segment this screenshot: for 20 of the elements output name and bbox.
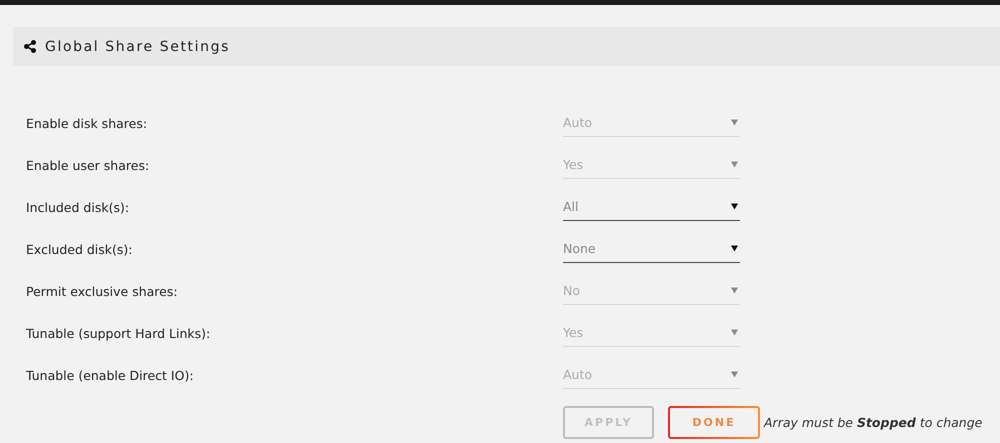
dropdown-arrow-icon: [731, 245, 738, 252]
dropdown-arrow-icon: [731, 203, 738, 210]
dropdown-arrow-icon: [731, 161, 738, 168]
dropdown-arrow-icon: [731, 287, 738, 294]
setting-label: Enable user shares:: [25, 158, 150, 172]
select-field[interactable]: None: [563, 236, 740, 262]
dropdown-arrow-icon: [731, 119, 738, 126]
done-button[interactable]: DONE: [668, 406, 760, 439]
setting-label: Permit exclusive shares:: [25, 284, 179, 298]
share-icon: [24, 40, 36, 53]
setting-label: Tunable (support Hard Links):: [25, 326, 212, 340]
setting-label: Excluded disk(s):: [25, 242, 134, 256]
dropdown-arrow-icon: [731, 329, 738, 336]
status-note: Array must be Stopped to change: [764, 415, 982, 430]
section-title: Global Share Settings: [45, 38, 230, 54]
setting-label: Enable disk shares:: [25, 116, 148, 130]
setting-label: Included disk(s):: [25, 200, 130, 214]
dropdown-arrow-icon: [731, 371, 738, 378]
setting-label: Tunable (enable Direct IO):: [25, 368, 195, 382]
select-field[interactable]: All: [563, 194, 740, 220]
